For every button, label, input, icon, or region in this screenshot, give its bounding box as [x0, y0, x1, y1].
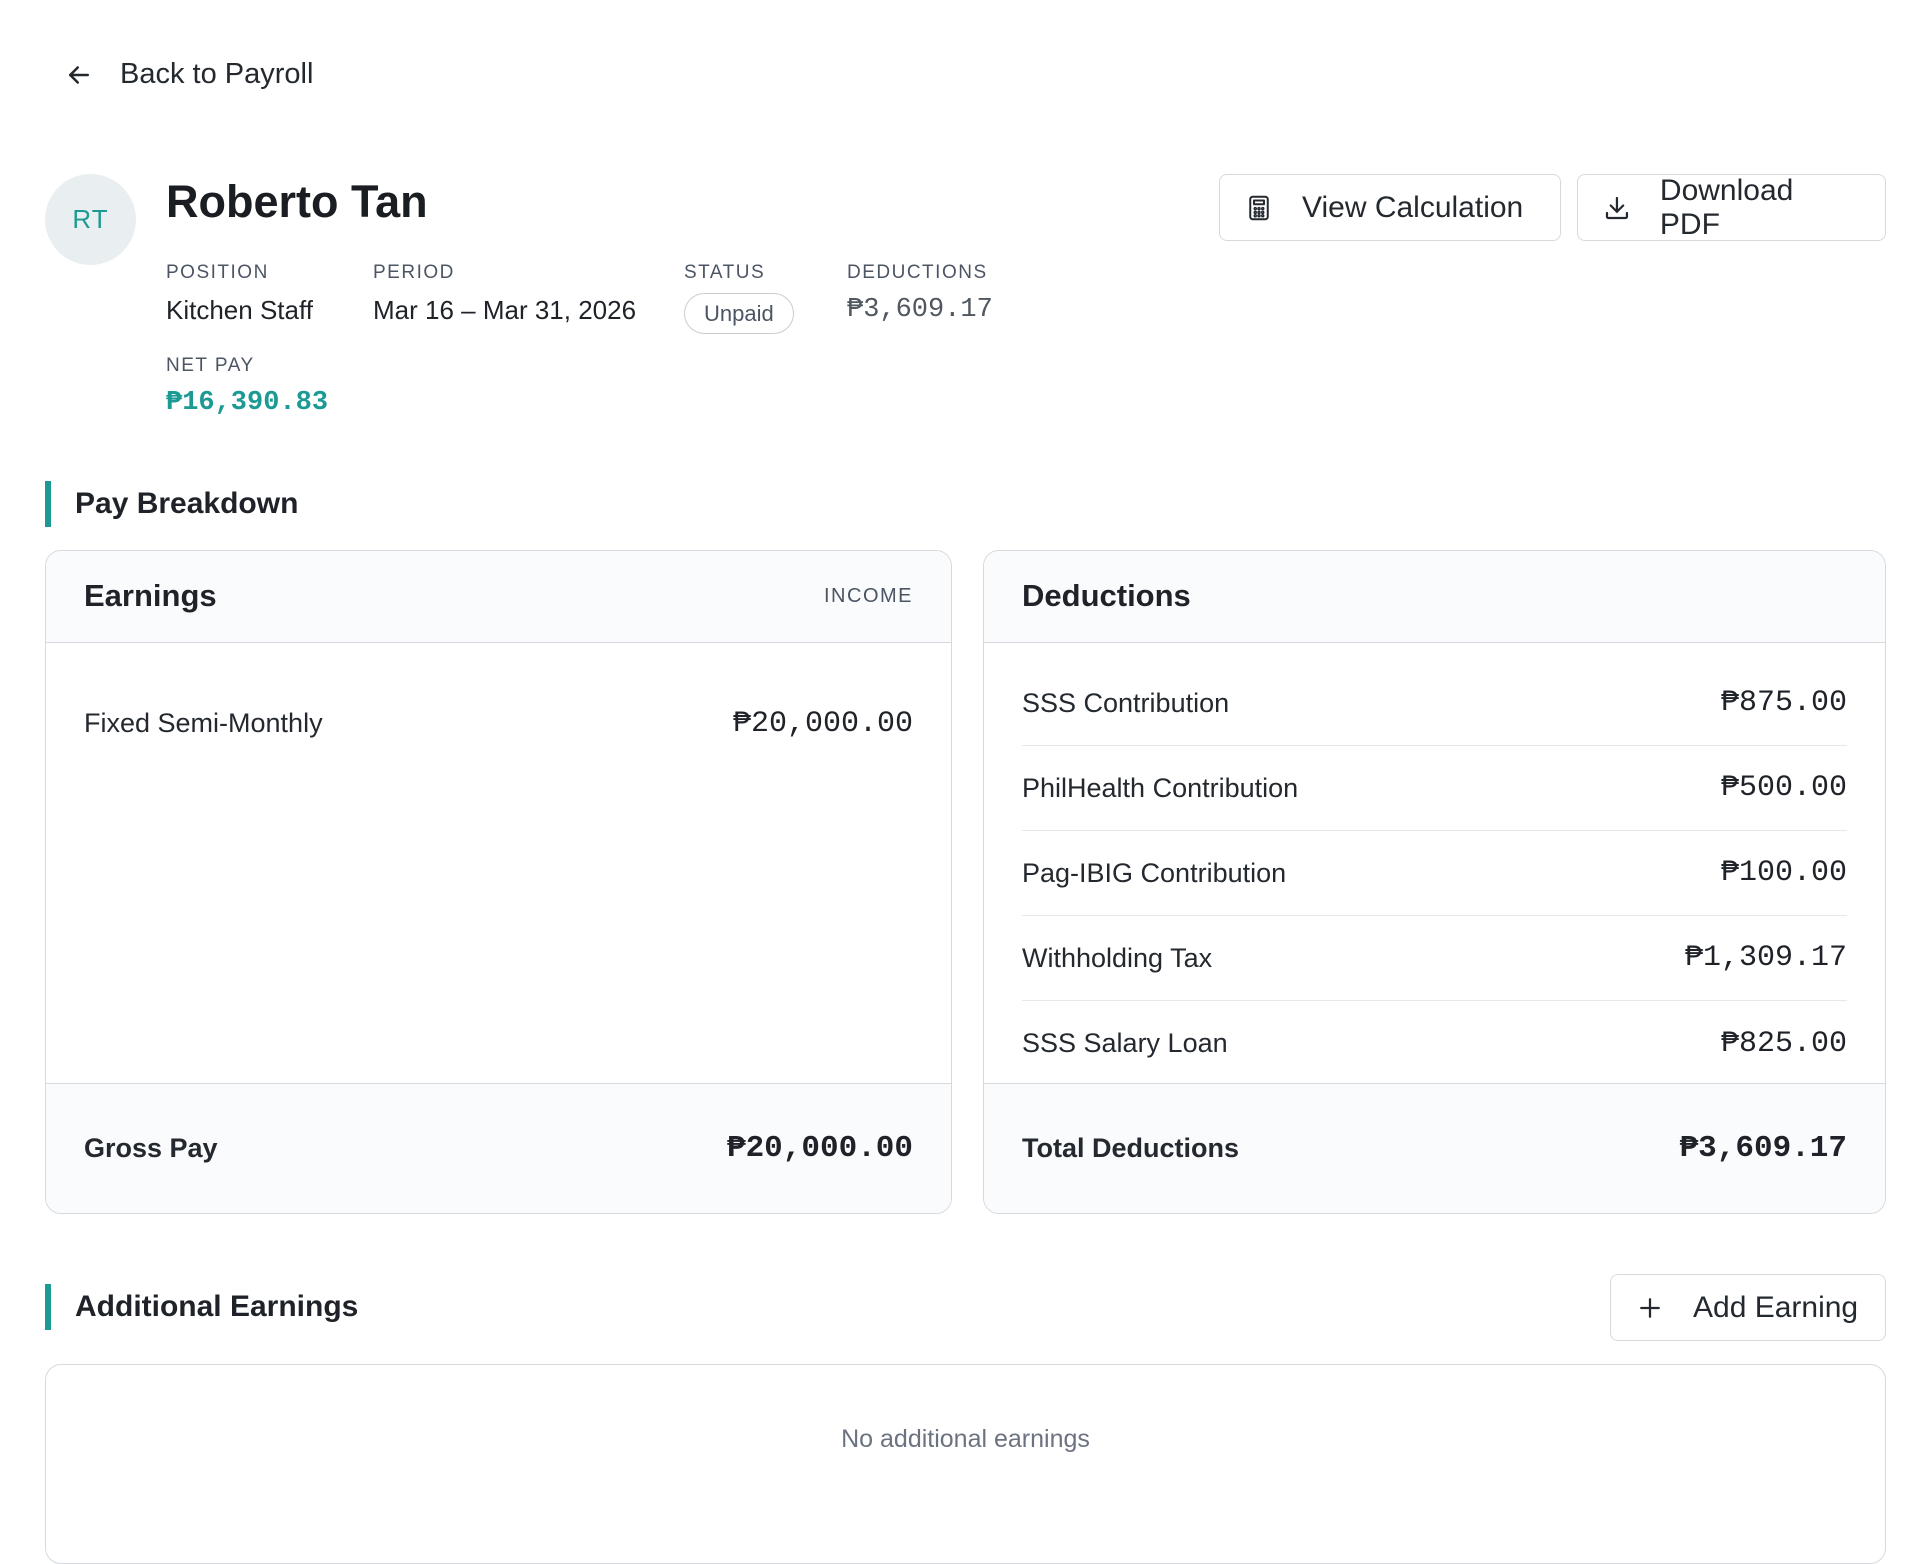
deduction-label: SSS Salary Loan [1022, 1028, 1228, 1058]
download-pdf-label: Download PDF [1659, 173, 1794, 241]
view-calculation-label: View Calculation [1302, 190, 1524, 224]
view-calculation-button[interactable]: View Calculation [1219, 174, 1561, 241]
deductions-card: Deductions SSS Contribution ₱875.00 Phil… [983, 550, 1886, 1214]
deduction-amount: ₱1,309.17 [1684, 941, 1847, 975]
earnings-footer: Gross Pay ₱20,000.00 [46, 1083, 951, 1213]
net-pay-value: ₱16,390.83 [166, 388, 329, 418]
deduction-label: SSS Contribution [1022, 687, 1230, 718]
total-deductions-amount: ₱3,609.17 [1679, 1131, 1847, 1166]
gross-pay-label: Gross Pay [84, 1133, 218, 1163]
deduction-label: Withholding Tax [1022, 942, 1213, 973]
period-label: PERIOD [373, 262, 455, 283]
deduction-amount: ₱500.00 [1720, 771, 1847, 805]
net-pay-label: NET PAY [166, 355, 255, 376]
download-icon [1605, 196, 1629, 219]
pay-breakdown-heading: Pay Breakdown [45, 481, 298, 527]
deduction-amount: ₱875.00 [1720, 686, 1847, 720]
deduction-row: Withholding Tax ₱1,309.17 [1022, 916, 1847, 1001]
status-label: STATUS [684, 262, 766, 283]
deduction-row: SSS Contribution ₱875.00 [1022, 661, 1847, 746]
position-label: POSITION [166, 262, 269, 283]
total-deductions-label: Total Deductions [1022, 1133, 1240, 1163]
deductions-label: DEDUCTIONS [847, 262, 988, 283]
deduction-row: SSS Salary Loan ₱825.00 [1022, 1001, 1847, 1086]
earning-row: Fixed Semi-Monthly ₱20,000.00 [84, 681, 913, 766]
earnings-card: Earnings INCOME Fixed Semi-Monthly ₱20,0… [45, 550, 952, 1214]
gross-pay-amount: ₱20,000.00 [726, 1131, 913, 1166]
status-badge: Unpaid [684, 293, 794, 334]
deductions-card-header: Deductions [984, 551, 1885, 643]
deductions-value: ₱3,609.17 [847, 295, 993, 325]
additional-earnings-card: No additional earnings [45, 1364, 1886, 1564]
additional-earnings-heading: Additional Earnings [45, 1284, 358, 1330]
deduction-amount: ₱825.00 [1720, 1026, 1847, 1061]
deduction-row: Pag-IBIG Contribution ₱100.00 [1022, 831, 1847, 916]
deduction-row: PhilHealth Contribution ₱500.00 [1022, 746, 1847, 831]
back-label: Back to Payroll [120, 58, 314, 90]
deduction-label: PhilHealth Contribution [1022, 772, 1299, 803]
period-value: Mar 16 – Mar 31, 2026 [373, 295, 637, 325]
deduction-amount: ₱100.00 [1720, 856, 1847, 890]
deduction-label: Pag-IBIG Contribution [1022, 857, 1287, 888]
avatar: RT [45, 174, 136, 265]
calculator-icon [1249, 195, 1269, 220]
deductions-title: Deductions [1022, 578, 1191, 613]
gross-pay-row: Gross Pay ₱20,000.00 [84, 1106, 913, 1191]
status-value: Unpaid [704, 300, 774, 326]
income-tag: INCOME [824, 585, 913, 607]
total-deductions-row: Total Deductions ₱3,609.17 [1022, 1106, 1847, 1191]
deductions-footer: Total Deductions ₱3,609.17 [984, 1083, 1885, 1213]
earnings-card-header: Earnings INCOME [46, 551, 951, 643]
download-pdf-button[interactable]: Download PDF [1577, 174, 1886, 241]
arrow-left-icon [69, 65, 89, 84]
back-to-payroll-link[interactable]: Back to Payroll [64, 58, 313, 91]
add-earning-label: Add Earning [1693, 1290, 1859, 1324]
avatar-initials: RT [72, 204, 109, 234]
add-earning-button[interactable]: Add Earning [1610, 1274, 1886, 1341]
position-value: Kitchen Staff [166, 295, 313, 325]
earnings-title: Earnings [84, 578, 217, 613]
earning-label: Fixed Semi-Monthly [84, 708, 323, 738]
employee-name: Roberto Tan [166, 176, 428, 227]
plus-icon [1640, 1297, 1660, 1318]
earning-amount: ₱20,000.00 [732, 706, 913, 741]
